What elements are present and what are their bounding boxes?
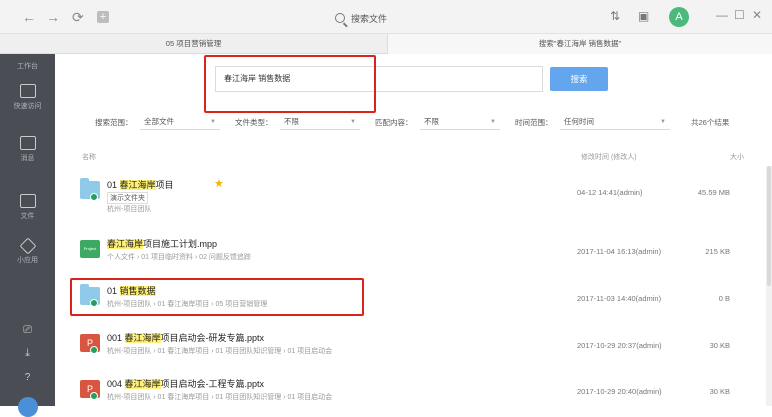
file-size: 30 KB (709, 387, 730, 396)
status-avatar[interactable] (18, 397, 38, 417)
annotation-box-query (204, 55, 376, 113)
screen-icon[interactable]: ▣ (638, 9, 649, 23)
global-search[interactable]: 搜索文件 (335, 10, 387, 26)
result-title: 01 春江海岸项目 (107, 180, 174, 190)
result-path: 杭州-项目团队 › 01 春江海岸项目 › 01 项目团队知识管理 › 01 项… (107, 394, 333, 401)
screen-share-icon[interactable]: ⎚ (0, 324, 55, 337)
tab-project-marketing[interactable]: 05 项目营销管理 (0, 34, 388, 54)
result-title: 春江海岸项目施工计划.mpp (107, 239, 218, 249)
column-modified[interactable]: 修改时间 (修改人) (581, 152, 637, 162)
synced-badge-icon (90, 346, 98, 354)
result-path: 个人文件 › 01 项目临时资料 › 02 问题反馈追踪 (107, 254, 251, 261)
forward-icon[interactable]: → (46, 8, 60, 26)
chevron-down-icon: ▼ (660, 119, 666, 125)
modified-time: 2017-10-29 20:37(admin) (577, 341, 662, 350)
table-row[interactable]: P 004 春江海岸项目启动会-工程专篇.pptx 杭州-项目团队 › 01 春… (80, 375, 760, 415)
table-row[interactable]: 01 春江海岸项目 ★ 演示文件夹 杭州-项目团队 04-12 14:41(adm… (80, 176, 760, 216)
time-select[interactable]: 任何时间 ▼ (560, 114, 670, 130)
help-icon[interactable]: ? (0, 372, 55, 383)
result-count: 共26个结果 (691, 118, 730, 127)
ppt-file-icon: P (80, 334, 100, 354)
new-tab-button[interactable]: + (97, 11, 109, 23)
result-path: 杭州-项目团队 › 01 春江海岸项目 › 01 项目团队知识管理 › 01 项… (107, 348, 333, 355)
time-label: 时间范围： (515, 118, 553, 127)
file-icon (19, 194, 36, 208)
modified-time: 2017-11-03 14:40(admin) (577, 294, 662, 303)
apps-icon (19, 237, 36, 255)
mpp-file-icon: Project (80, 240, 100, 258)
tab-bar: 05 项目营销管理 搜索"春江海岸 销售数据" (0, 34, 772, 54)
file-size: 0 B (718, 294, 730, 303)
modified-time: 2017-10-29 20:40(admin) (577, 387, 662, 396)
sidebar-label: 消息 (20, 155, 35, 162)
modified-time: 2017-11-04 16:13(admin) (577, 247, 662, 256)
sidebar-item-apps[interactable]: 小应用 (0, 237, 55, 265)
folder-icon (80, 178, 100, 201)
sidebar-item-messages[interactable]: 消息 (0, 136, 55, 163)
ppt-file-icon: P (80, 380, 100, 400)
global-search-placeholder: 搜索文件 (351, 13, 388, 24)
minimize-button[interactable]: — (716, 8, 728, 22)
folder-tag: 演示文件夹 (107, 192, 148, 204)
synced-badge-icon (90, 193, 98, 201)
scope-select[interactable]: 全部文件 ▼ (140, 114, 220, 130)
result-path: 演示文件夹 杭州-项目团队 (107, 192, 151, 214)
type-value: 不限 (284, 117, 299, 126)
chevron-down-icon: ▼ (210, 119, 216, 125)
quick-access-icon (19, 84, 36, 98)
search-button[interactable]: 搜索 (550, 67, 608, 91)
time-value: 任何时间 (564, 117, 594, 126)
chevron-down-icon: ▼ (350, 119, 356, 125)
result-title: 001 春江海岸项目启动会-研发专篇.pptx (107, 333, 265, 343)
chevron-down-icon: ▼ (490, 119, 496, 125)
scope-label: 搜索范围： (95, 118, 133, 127)
message-icon (19, 136, 36, 150)
column-name[interactable]: 名称 (82, 152, 96, 162)
table-row[interactable]: P 001 春江海岸项目启动会-研发专篇.pptx 杭州-项目团队 › 01 春… (80, 329, 760, 369)
sidebar-item-files[interactable]: 文件 (0, 194, 55, 221)
download-icon[interactable]: ⤓ (0, 347, 55, 360)
scrollbar-thumb[interactable] (767, 166, 771, 286)
file-size: 215 KB (705, 247, 730, 256)
match-value: 不限 (424, 117, 439, 126)
file-size: 30 KB (709, 341, 730, 350)
type-select[interactable]: 不限 ▼ (280, 114, 360, 130)
match-select[interactable]: 不限 ▼ (420, 114, 500, 130)
sidebar-workbench-label: 工作台 (17, 63, 38, 70)
synced-badge-icon (90, 392, 98, 400)
column-size[interactable]: 大小 (730, 152, 744, 162)
result-title: 004 春江海岸项目启动会-工程专篇.pptx (107, 379, 265, 389)
sidebar-item-quick-access[interactable]: 快速访问 (0, 84, 55, 111)
maximize-button[interactable]: ☐ (734, 8, 745, 22)
back-icon[interactable]: ← (22, 8, 36, 26)
avatar[interactable]: A (669, 7, 689, 27)
search-icon (335, 13, 345, 23)
scrollbar[interactable] (766, 166, 772, 406)
title-bar: ← → ⟳ + 搜索文件 ⇅ ▣ A — ☐ ✕ (0, 0, 772, 34)
scope-value: 全部文件 (144, 117, 174, 126)
sort-icon[interactable]: ⇅ (610, 9, 620, 23)
sidebar-label: 文件 (20, 213, 35, 220)
sidebar-label: 快速访问 (13, 103, 42, 110)
type-label: 文件类型： (235, 118, 273, 127)
tab-search-results[interactable]: 搜索"春江海岸 销售数据" (388, 34, 772, 54)
sidebar-label: 小应用 (17, 257, 38, 264)
sidebar: 工作台 快速访问 消息 文件 小应用 ⎚ ⤓ ? (0, 54, 55, 417)
star-icon[interactable]: ★ (214, 177, 224, 190)
filter-bar: 搜索范围： 全部文件 ▼ 文件类型： 不限 ▼ 匹配内容： 不限 ▼ 时间范围： 任何… (95, 114, 735, 130)
match-label: 匹配内容： (375, 118, 413, 127)
table-row[interactable]: Project 春江海岸项目施工计划.mpp 个人文件 › 01 项目临时资料 … (80, 235, 760, 275)
refresh-icon[interactable]: ⟳ (72, 8, 84, 26)
annotation-box-result (70, 278, 364, 316)
file-size: 45.59 MB (697, 188, 730, 197)
modified-time: 04-12 14:41(admin) (577, 188, 643, 197)
close-button[interactable]: ✕ (752, 8, 762, 22)
search-results-panel: 春江海岸 销售数据 搜索 搜索范围： 全部文件 ▼ 文件类型： 不限 ▼ 匹配内容：… (55, 54, 772, 406)
